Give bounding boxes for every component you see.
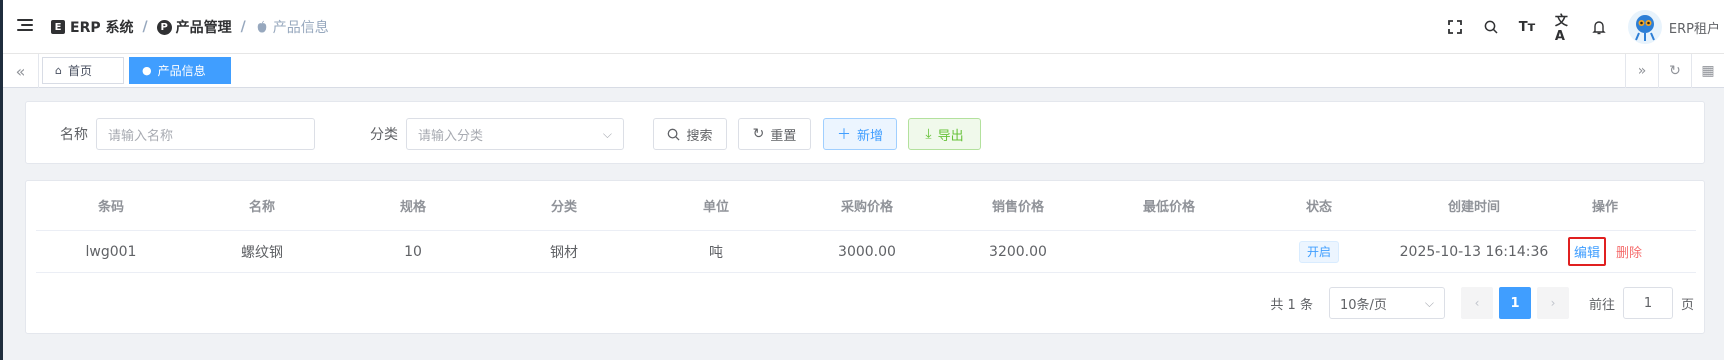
- breadcrumb-item-product-info: 产品信息: [255, 17, 329, 37]
- export-button-label: 导出: [937, 128, 964, 144]
- breadcrumb-item-product-mgmt[interactable]: P 产品管理: [156, 17, 232, 37]
- column-header: 状态: [1305, 200, 1332, 215]
- actions-cell: 编辑 删除: [1554, 237, 1656, 266]
- avatar[interactable]: [1627, 9, 1663, 45]
- tags-scroll-left-icon[interactable]: «: [3, 54, 39, 88]
- home-icon: ⌂: [55, 64, 62, 77]
- erp-logo-icon: E: [51, 20, 65, 34]
- add-button-label: 新增: [856, 128, 883, 144]
- tag-product-info[interactable]: ● 产品信息: [129, 57, 231, 84]
- status-badge: 开启: [1298, 240, 1339, 263]
- chevron-down-icon: ⌵: [602, 127, 612, 141]
- unit-cell: 吨: [709, 244, 723, 261]
- column-header: 规格: [399, 200, 426, 215]
- category-cell: 钢材: [550, 244, 578, 261]
- prev-page-button[interactable]: ‹: [1460, 287, 1493, 319]
- navbar: E ERP 系统 / P 产品管理 / 产品信息 Tт 文A ERP租户: [3, 0, 1724, 54]
- spec-cell: 10: [404, 243, 422, 260]
- name-cell: 螺纹钢: [241, 244, 283, 261]
- goto-page-input[interactable]: 1: [1622, 287, 1673, 319]
- purchase-price-cell: 3000.00: [838, 243, 896, 260]
- page-size-value: 10条/页: [1339, 297, 1387, 313]
- category-select[interactable]: 请输入分类 ⌵: [406, 118, 624, 150]
- translate-icon[interactable]: 文A: [1555, 14, 1571, 44]
- app-root: E ERP 系统 / P 产品管理 / 产品信息 Tт 文A ERP租户 « ⌂…: [3, 0, 1724, 360]
- search-button-label: 搜索: [686, 128, 713, 144]
- column-header: 销售价格: [991, 200, 1044, 215]
- reset-button-label: 重置: [770, 128, 797, 144]
- name-search-input[interactable]: 请输入名称: [96, 118, 315, 150]
- page-suffix-label: 页: [1680, 297, 1694, 313]
- column-header: 条码: [97, 200, 124, 215]
- breadcrumb-label: ERP 系统: [70, 20, 134, 36]
- search-icon: [668, 128, 681, 141]
- column-header: 创建时间: [1447, 200, 1500, 215]
- breadcrumb-separator: /: [142, 19, 148, 35]
- tags-actions: » ↻ ▦: [1625, 54, 1724, 88]
- apple-icon: [257, 20, 267, 33]
- tag-label: 产品信息: [157, 64, 206, 78]
- name-placeholder: 请输入名称: [108, 128, 174, 144]
- barcode-cell: lwg001: [85, 243, 137, 260]
- grid-menu-icon[interactable]: ▦: [1691, 54, 1724, 88]
- header-toolbar: Tт 文A ERP租户: [1447, 0, 1724, 54]
- breadcrumb: E ERP 系统 / P 产品管理 / 产品信息: [51, 17, 329, 37]
- fullscreen-icon[interactable]: [1447, 19, 1463, 35]
- apple-icon: ●: [142, 64, 152, 77]
- user-name[interactable]: ERP租户: [1669, 18, 1720, 37]
- breadcrumb-item-erp[interactable]: E ERP 系统: [51, 17, 133, 37]
- delete-button[interactable]: 删除: [1616, 242, 1642, 261]
- chevron-down-icon: ⌵: [1424, 296, 1434, 310]
- product-p-icon: P: [156, 19, 172, 35]
- table-header: 条码 名称 规格 分类 单位 采购价格 销售价格 最低价格 状态 创建时间 操作: [36, 181, 1696, 231]
- refresh-icon[interactable]: ↻: [1658, 54, 1691, 88]
- column-header: 操作: [1591, 200, 1618, 215]
- created-time-cell: 2025-10-13 16:14:36: [1399, 243, 1549, 260]
- column-header: 单位: [702, 200, 729, 215]
- status-cell: 开启: [1244, 240, 1394, 263]
- edit-button[interactable]: 编辑: [1567, 237, 1606, 266]
- page-size-select[interactable]: 10条/页 ⌵: [1328, 287, 1445, 319]
- tag-label: 首页: [67, 64, 92, 78]
- column-header: 最低价格: [1142, 200, 1195, 215]
- breadcrumb-separator: /: [240, 19, 246, 35]
- plus-icon: ＋: [836, 127, 851, 143]
- tags-view: « ⌂ 首页 ● 产品信息 » ↻ ▦: [3, 54, 1724, 88]
- tags-scroll-right-icon[interactable]: »: [1625, 54, 1658, 88]
- next-page-button[interactable]: ›: [1536, 287, 1569, 319]
- bell-icon[interactable]: [1591, 19, 1607, 35]
- download-icon: ⤓: [925, 126, 932, 142]
- search-button[interactable]: 搜索: [653, 118, 727, 150]
- reset-button[interactable]: ↻ 重置: [738, 118, 811, 150]
- breadcrumb-label: 产品管理: [175, 20, 232, 36]
- search-form: 名称 请输入名称 分类 请输入分类 ⌵ 搜索 ↻ 重置 ＋ 新增 ⤓ 导出: [25, 101, 1705, 164]
- product-table-card: 条码 名称 规格 分类 单位 采购价格 销售价格 最低价格 状态 创建时间 操作…: [25, 180, 1705, 334]
- export-button[interactable]: ⤓ 导出: [908, 118, 981, 150]
- add-button[interactable]: ＋ 新增: [823, 118, 897, 150]
- column-header: 采购价格: [840, 200, 893, 215]
- table-row: lwg001 螺纹钢 10 钢材 吨 3000.00 3200.00 开启 20…: [36, 231, 1696, 273]
- name-label: 名称: [60, 127, 88, 143]
- sale-price-cell: 3200.00: [989, 243, 1047, 260]
- pagination-total: 共 1 条: [1270, 297, 1313, 313]
- breadcrumb-label: 产品信息: [272, 20, 329, 36]
- column-header: 名称: [248, 200, 275, 215]
- font-size-icon[interactable]: Tт: [1519, 19, 1535, 35]
- category-placeholder: 请输入分类: [418, 128, 484, 144]
- refresh-icon: ↻: [752, 126, 765, 142]
- page-number-current[interactable]: 1: [1498, 287, 1531, 319]
- column-header: 分类: [550, 200, 577, 215]
- hamburger-icon[interactable]: [17, 19, 33, 33]
- search-icon[interactable]: [1483, 19, 1499, 35]
- goto-label: 前往: [1588, 297, 1615, 313]
- tag-home[interactable]: ⌂ 首页: [42, 57, 124, 84]
- pagination: 共 1 条 10条/页 ⌵ ‹ 1 › 前往 1 页: [1270, 287, 1694, 319]
- category-label: 分类: [370, 127, 398, 143]
